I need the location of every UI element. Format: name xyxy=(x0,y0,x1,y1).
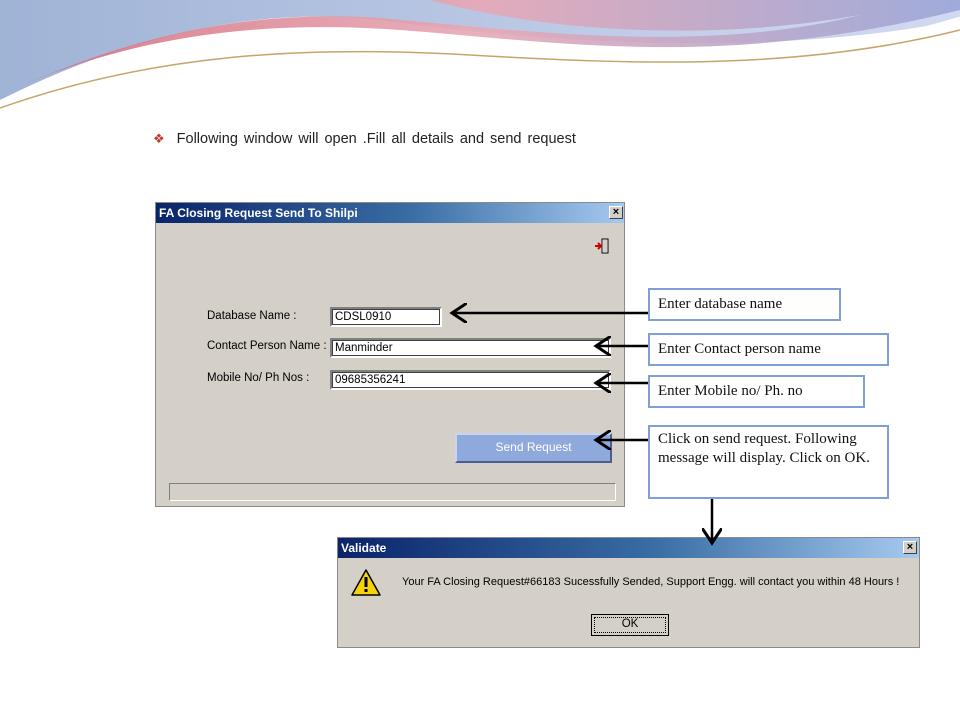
callout-contact-person: Enter Contact person name xyxy=(648,333,889,366)
header-wave-decoration xyxy=(0,0,960,109)
mobile-number-input[interactable]: 09685356241 xyxy=(330,370,611,390)
exit-door-icon[interactable] xyxy=(593,237,611,255)
callout-send-request: Click on send request. Following message… xyxy=(648,425,889,499)
validate-titlebar: Validate xyxy=(338,538,919,558)
database-name-input[interactable]: CDSL0910 xyxy=(330,307,442,327)
contact-person-input[interactable]: Manminder xyxy=(330,338,611,358)
diamond-bullet-icon: ❖ xyxy=(153,131,165,146)
instruction-text: ❖ Following window will open .Fill all de… xyxy=(153,131,576,147)
fa-closing-request-dialog: FA Closing Request Send To Shilpi × Data… xyxy=(155,202,625,507)
mobile-number-label: Mobile No/ Ph Nos : xyxy=(207,372,310,384)
callout-mobile-number: Enter Mobile no/ Ph. no xyxy=(648,375,865,408)
close-button[interactable]: × xyxy=(609,206,623,219)
validate-close-button[interactable]: × xyxy=(903,541,917,554)
callout-database-name: Enter database name xyxy=(648,288,841,321)
dialog-titlebar: FA Closing Request Send To Shilpi xyxy=(156,203,624,223)
database-name-label: Database Name : xyxy=(207,310,297,322)
warning-icon xyxy=(351,569,381,596)
ok-button[interactable]: OK xyxy=(591,614,669,636)
validate-dialog: Validate × Your FA Closing Request#66183… xyxy=(337,537,920,648)
status-bar xyxy=(169,483,616,501)
send-request-button[interactable]: Send Request xyxy=(455,433,612,463)
validate-message: Your FA Closing Request#66183 Sucessfull… xyxy=(402,576,900,588)
contact-person-label: Contact Person Name : xyxy=(207,340,327,352)
